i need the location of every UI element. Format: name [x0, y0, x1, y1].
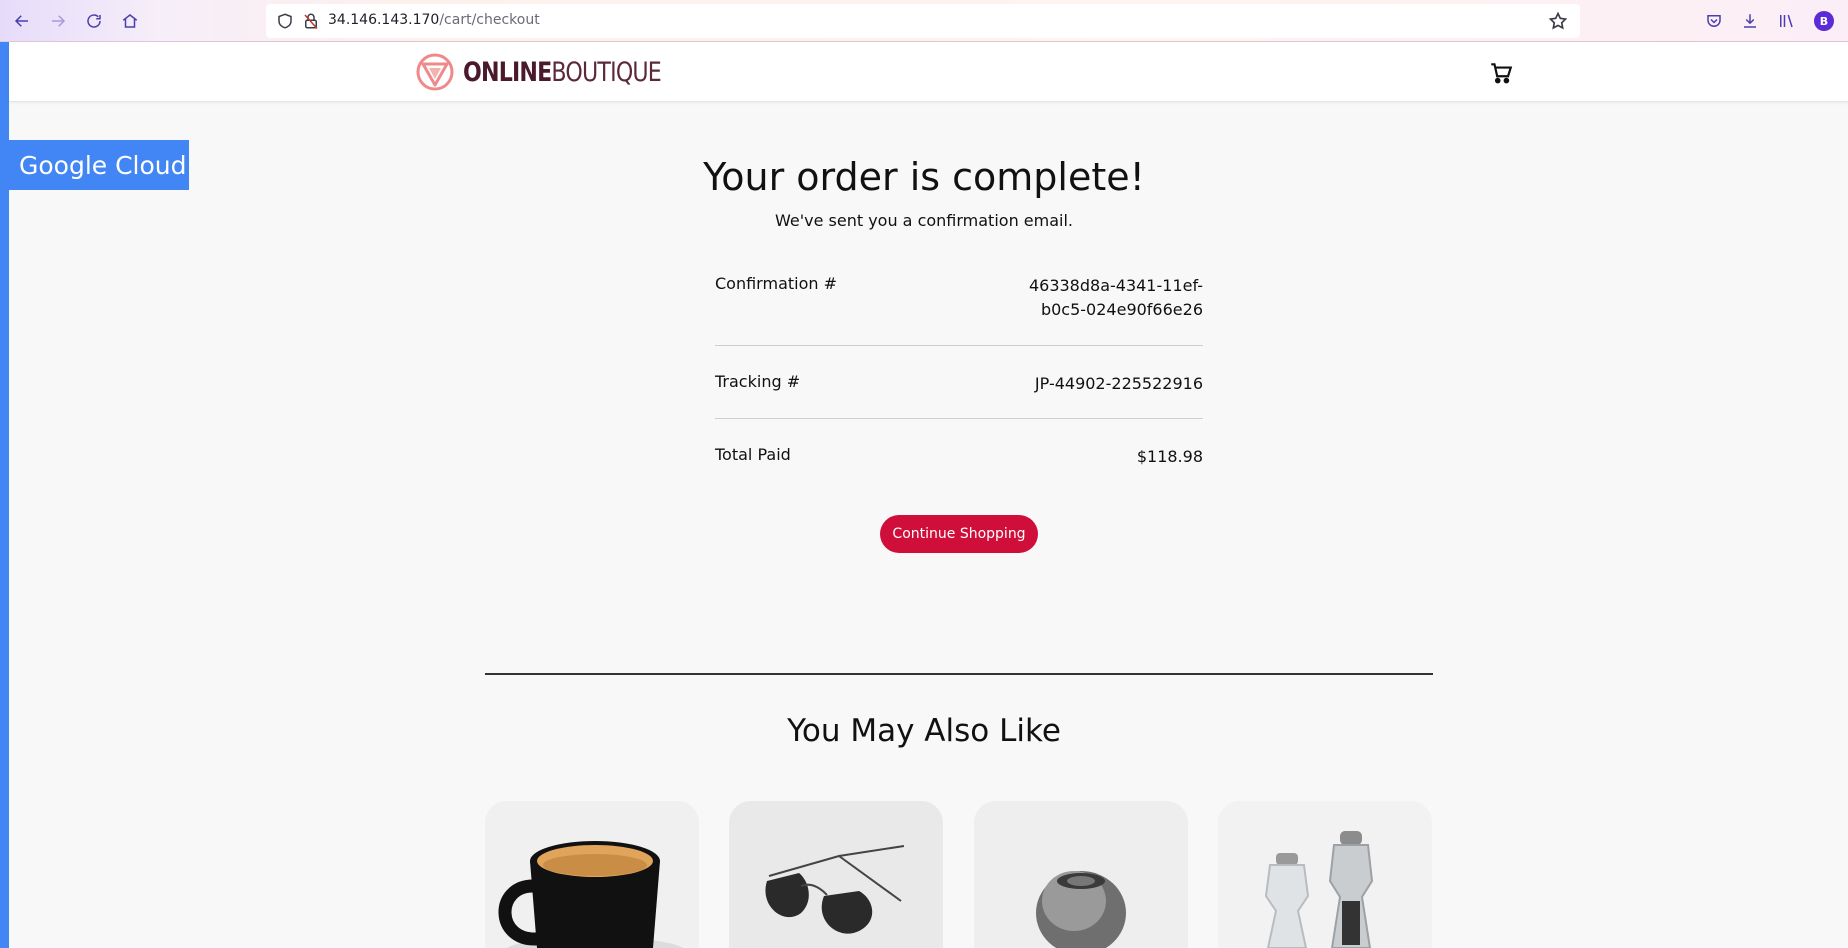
product-card-candle-holder[interactable] — [974, 801, 1188, 948]
mug-image — [485, 801, 699, 948]
sunglasses-image — [729, 801, 943, 948]
product-card-sunglasses[interactable] — [729, 801, 943, 948]
reload-icon[interactable] — [82, 9, 106, 33]
total-paid-label: Total Paid — [715, 445, 791, 464]
row-divider — [715, 345, 1203, 346]
tracking-row: Tracking # JP-44902-225522916 — [715, 372, 1203, 396]
downloads-icon[interactable] — [1738, 9, 1762, 33]
confirmation-label: Confirmation # — [715, 274, 838, 293]
product-card-salt-pepper[interactable] — [1218, 801, 1432, 948]
logo-wordmark: ONLINEBOUTIQUE — [463, 56, 662, 88]
logo-light-text: BOUTIQUE — [551, 56, 661, 88]
library-icon[interactable] — [1774, 9, 1798, 33]
browser-toolbar: 34.146.143.170/cart/checkout B — [0, 0, 1848, 42]
product-card-mug[interactable] — [485, 801, 699, 948]
row-divider — [715, 418, 1203, 419]
cart-icon[interactable] — [1488, 60, 1514, 86]
continue-shopping-button[interactable]: Continue Shopping — [880, 515, 1038, 553]
site-header: ONLINEBOUTIQUE — [9, 42, 1848, 102]
bookmark-star-icon[interactable] — [1548, 11, 1568, 31]
shield-icon[interactable] — [276, 12, 294, 30]
profile-avatar[interactable]: B — [1814, 11, 1834, 31]
section-divider — [485, 673, 1433, 675]
store-logo[interactable]: ONLINEBOUTIQUE — [415, 51, 704, 93]
pocket-icon[interactable] — [1702, 9, 1726, 33]
confirmation-subtitle: We've sent you a confirmation email. — [774, 211, 1073, 230]
salt-pepper-shakers-image — [1218, 801, 1432, 948]
tracking-value: JP-44902-225522916 — [1034, 374, 1203, 393]
address-bar[interactable]: 34.146.143.170/cart/checkout — [266, 4, 1580, 38]
insecure-lock-icon[interactable] — [302, 12, 320, 30]
tracking-label: Tracking # — [715, 372, 801, 391]
logo-bold-text: ONLINE — [463, 56, 552, 88]
url-text[interactable]: 34.146.143.170/cart/checkout — [328, 12, 540, 28]
confirmation-value-line1: 46338d8a-4341-11ef- — [1028, 276, 1203, 295]
total-paid-value: $118.98 — [1136, 447, 1203, 466]
confirmation-row: Confirmation # 46338d8a-4341-11ef- b0c5-… — [715, 274, 1203, 324]
confirmation-value: 46338d8a-4341-11ef- b0c5-024e90f66e26 — [1029, 274, 1203, 322]
back-icon[interactable] — [10, 9, 34, 33]
home-icon[interactable] — [118, 9, 142, 33]
boutique-logo-icon — [416, 53, 454, 91]
url-host: 34.146.143.170 — [328, 12, 440, 28]
confirmation-value-line2: b0c5-024e90f66e26 — [1040, 300, 1203, 319]
total-paid-row: Total Paid $118.98 — [715, 445, 1203, 469]
recommendations-title: You May Also Like — [787, 713, 1061, 749]
candle-holder-image — [974, 801, 1188, 948]
url-path: /cart/checkout — [439, 12, 540, 28]
page-title: Your order is complete! — [703, 155, 1145, 199]
forward-icon[interactable] — [46, 9, 70, 33]
